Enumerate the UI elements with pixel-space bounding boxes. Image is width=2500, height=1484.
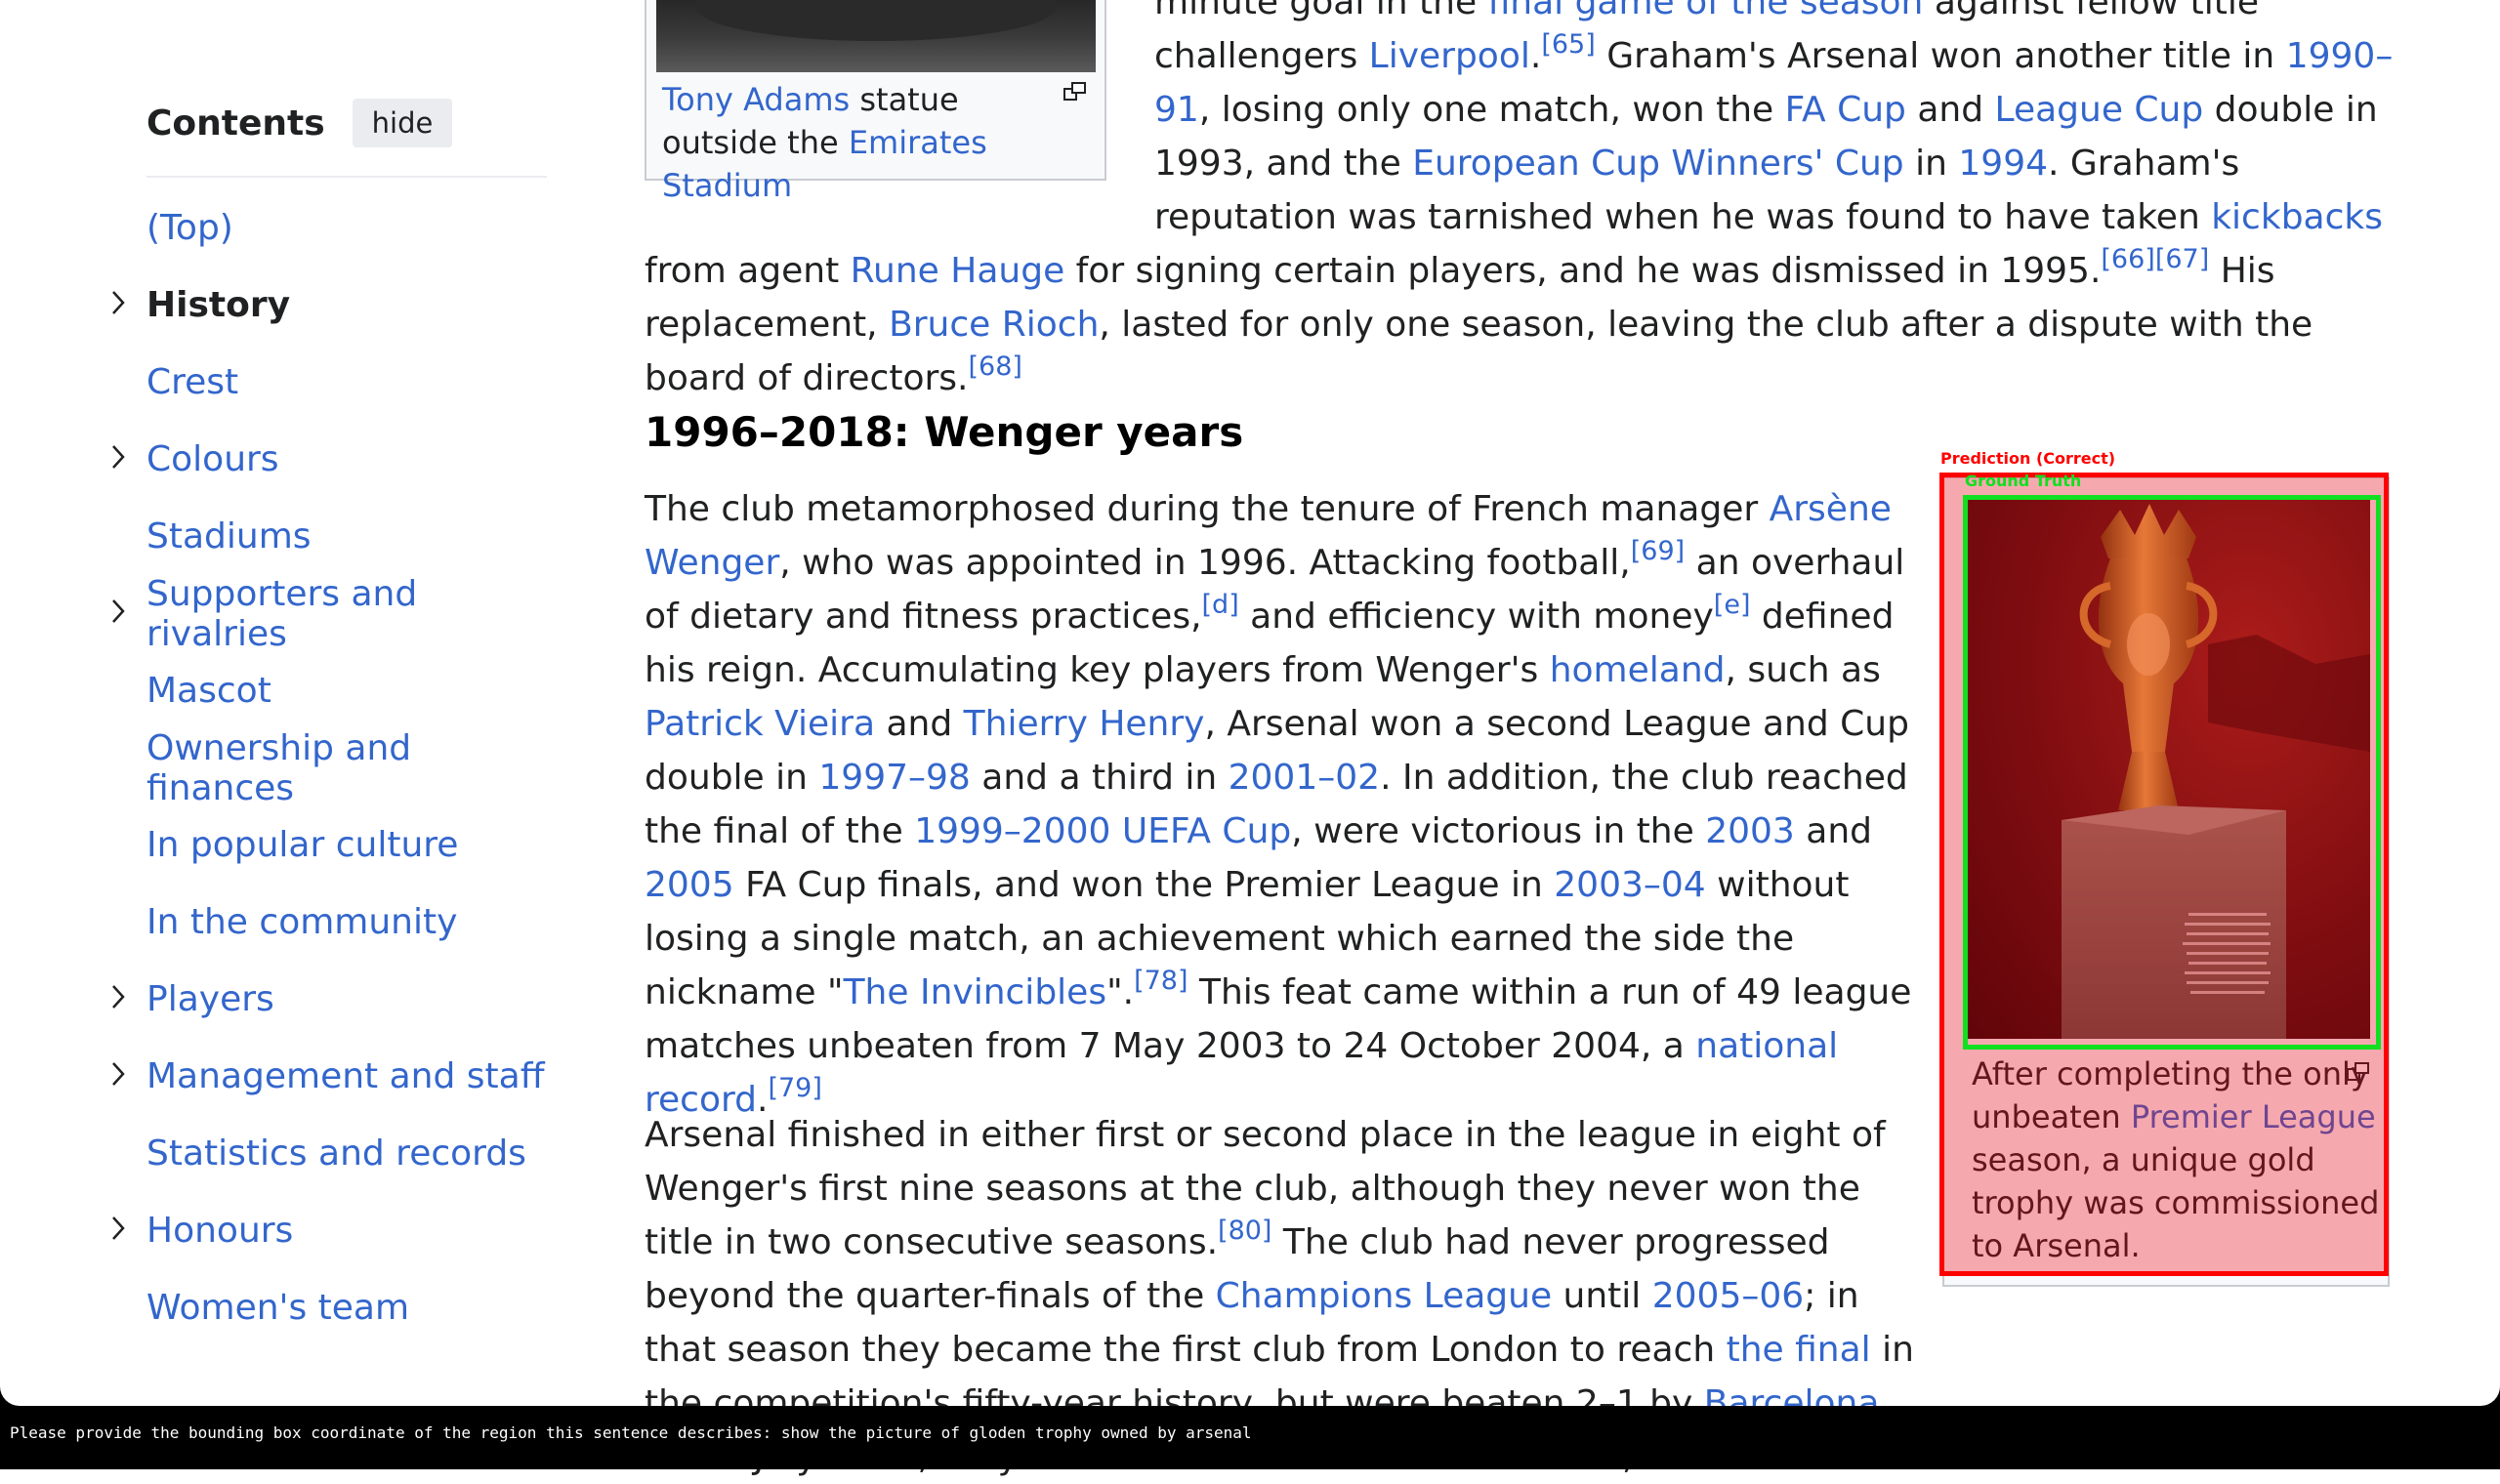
- text-run: Graham's Arsenal won another title in: [1595, 36, 2286, 76]
- wiki-link[interactable]: homeland: [1550, 650, 1726, 690]
- wiki-link[interactable]: Bruce Rioch: [889, 305, 1099, 345]
- wiki-link[interactable]: 2001–02: [1229, 758, 1380, 798]
- wiki-link[interactable]: Rune Hauge: [851, 251, 1065, 291]
- section-heading-wenger-years: 1996–2018: Wenger years: [645, 408, 1244, 456]
- wiki-link[interactable]: 1994: [1958, 144, 2048, 184]
- text-run: until: [1552, 1276, 1652, 1316]
- text-run: , such as: [1725, 650, 1881, 690]
- citation-link[interactable]: [66]: [2101, 244, 2154, 274]
- instruction-text: Please provide the bounding box coordina…: [10, 1423, 1252, 1442]
- citation-link[interactable]: [d]: [1202, 590, 1239, 620]
- wiki-link[interactable]: The Invincibles: [844, 972, 1107, 1012]
- wiki-link[interactable]: Tony Adams: [662, 81, 850, 118]
- text-run: , who was appointed in 1996. Attacking f…: [779, 543, 1631, 583]
- wiki-link[interactable]: League Cup: [1995, 90, 2204, 130]
- citation-link[interactable]: [79]: [768, 1073, 821, 1103]
- window-corner: [0, 1386, 20, 1406]
- citation-link[interactable]: [69]: [1631, 536, 1685, 566]
- wiki-link[interactable]: 2003–04: [1554, 865, 1705, 905]
- wiki-link[interactable]: 1997–98: [818, 758, 970, 798]
- thumbnail-tony-adams-statue: Tony Adams statue outside the Emirates S…: [645, 0, 1106, 204]
- text-run: and efficiency with money: [1238, 597, 1714, 637]
- citation-link[interactable]: [80]: [1218, 1216, 1271, 1246]
- text-run: minute goal in the: [1154, 0, 1488, 22]
- wiki-link[interactable]: 1999–2000 UEFA Cup: [914, 811, 1291, 851]
- wiki-link[interactable]: the final: [1727, 1330, 1871, 1370]
- citation-link[interactable]: [68]: [969, 351, 1022, 382]
- text-run: for signing certain players, and he was …: [1064, 251, 2102, 291]
- article-body: minute goal in the final game of the sea…: [0, 0, 2500, 1477]
- text-run: The club metamorphosed during the tenure…: [645, 489, 1770, 529]
- text-run: and: [1905, 90, 1995, 130]
- text-run: and: [875, 704, 964, 744]
- wiki-link[interactable]: kickbacks: [2211, 197, 2383, 237]
- enlarge-icon[interactable]: [1063, 82, 1087, 105]
- wiki-link[interactable]: Patrick Vieira: [645, 704, 875, 744]
- citation-link[interactable]: [67]: [2155, 244, 2209, 274]
- text-run: and a third in: [970, 758, 1229, 798]
- wiki-link[interactable]: final game of the season: [1488, 0, 1924, 22]
- wiki-link[interactable]: Champions League: [1216, 1276, 1552, 1316]
- text-run: , losing only one match, won the: [1198, 90, 1785, 130]
- wiki-link[interactable]: 2003: [1705, 811, 1795, 851]
- wiki-link[interactable]: 2005–06: [1652, 1276, 1804, 1316]
- tony-adams-statue-image[interactable]: [656, 0, 1096, 72]
- wiki-link[interactable]: Thierry Henry: [964, 704, 1205, 744]
- text-run: .: [1529, 36, 1542, 76]
- text-run: ".: [1106, 972, 1135, 1012]
- citation-link[interactable]: [e]: [1714, 590, 1751, 620]
- text-run: , were victorious in the: [1291, 811, 1706, 851]
- instruction-bar: Please provide the bounding box coordina…: [0, 1406, 2500, 1469]
- prediction-label: Prediction (Correct): [1940, 449, 2116, 468]
- citation-link[interactable]: [65]: [1541, 29, 1595, 60]
- wiki-link[interactable]: European Cup Winners' Cup: [1412, 144, 1903, 184]
- citation-link[interactable]: [78]: [1134, 966, 1188, 996]
- ground-truth-label: Ground Truth: [1965, 472, 2082, 490]
- text-run: and: [1794, 811, 1872, 851]
- text-run: in: [1903, 144, 1959, 184]
- wiki-link[interactable]: Liverpool: [1369, 36, 1530, 76]
- paragraph-wenger-metamorphosis: The club metamorphosed during the tenure…: [645, 482, 1914, 1127]
- text-run: FA Cup finals, and won the Premier Leagu…: [733, 865, 1555, 905]
- wiki-link[interactable]: FA Cup: [1785, 90, 1906, 130]
- text-run: from agent: [645, 251, 851, 291]
- thumbnail-caption: Tony Adams statue outside the Emirates S…: [662, 78, 1053, 207]
- window-corner: [2480, 1386, 2500, 1406]
- wiki-link[interactable]: 2005: [645, 865, 734, 905]
- ground-truth-bounding-box: [1963, 495, 2381, 1050]
